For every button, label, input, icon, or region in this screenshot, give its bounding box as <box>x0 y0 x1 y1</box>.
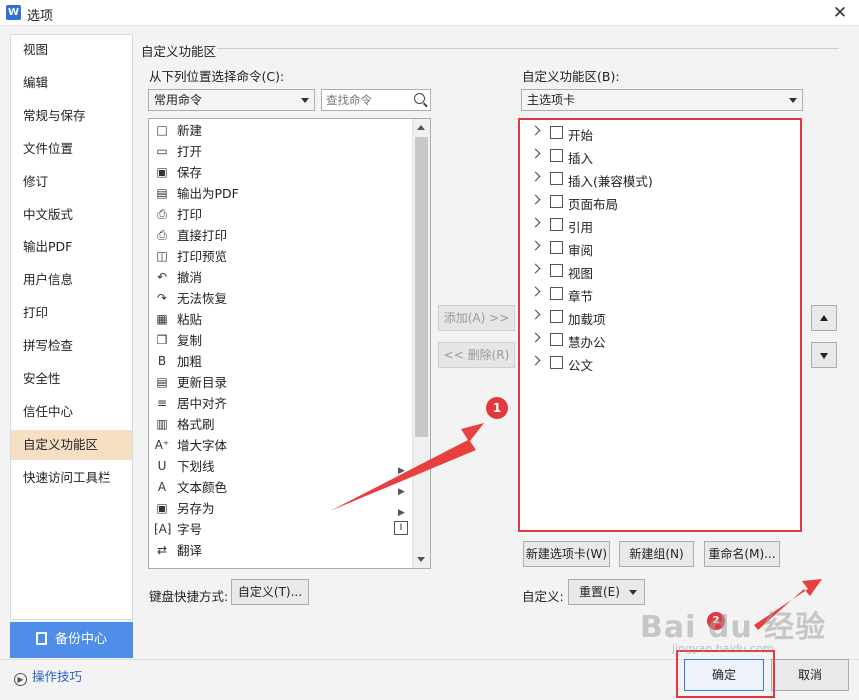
annotation-arrows <box>330 423 822 630</box>
arrow-step1 <box>330 423 484 511</box>
watermark: Bai du 经验 <box>640 610 827 645</box>
watermark-url: jingyan.baidu.com <box>672 642 774 655</box>
step-badge-1: 1 <box>486 397 508 419</box>
